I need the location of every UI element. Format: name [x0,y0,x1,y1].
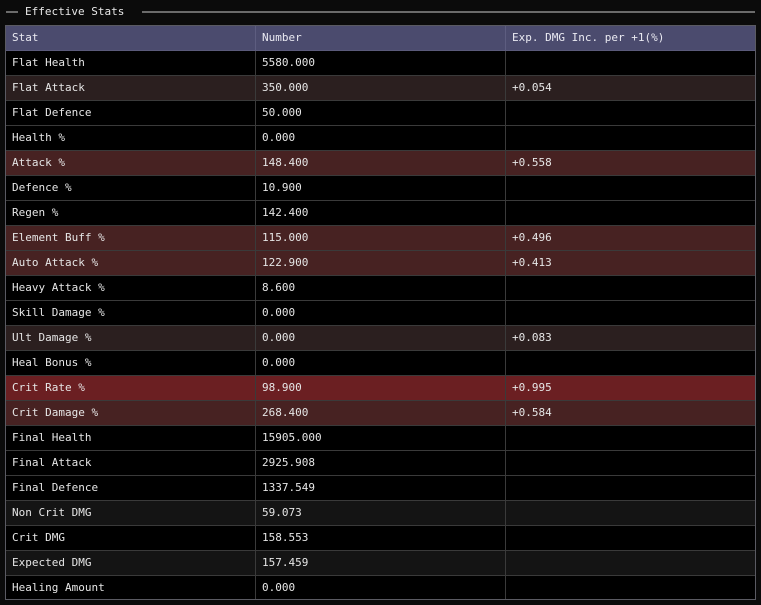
stats-table: Stat Number Exp. DMG Inc. per +1(%) Flat… [5,25,756,600]
stat-number-cell: 0.000 [256,326,506,350]
exp-dmg-inc-cell [506,201,755,225]
exp-dmg-inc-cell [506,476,755,500]
table-row[interactable]: Heal Bonus % 0.000 [6,351,755,376]
title-divider-left [6,11,18,13]
stat-number-cell: 59.073 [256,501,506,525]
exp-dmg-inc-cell: +0.496 [512,231,552,244]
table-row[interactable]: Final Health 15905.000 [6,426,755,451]
exp-dmg-inc-cell [506,301,755,325]
stat-name-cell: Crit Damage % [6,401,256,425]
column-header-stat[interactable]: Stat [6,26,256,50]
stat-number-cell: 115.000 [256,226,506,250]
table-row[interactable]: Flat Defence 50.000 [6,101,755,126]
exp-dmg-inc-cell [506,451,755,475]
stat-name-cell: Element Buff % [6,226,256,250]
stat-name-cell: Heal Bonus % [6,351,256,375]
stat-name-cell: Flat Health [6,51,256,75]
effective-stats-window: Effective Stats Stat Number Exp. DMG Inc… [0,0,761,605]
table-row[interactable]: Final Attack 2925.908 [6,451,755,476]
exp-dmg-inc-cell: +0.413 [512,256,552,269]
exp-dmg-inc-cell [506,176,755,200]
stat-name-cell: Flat Defence [6,101,256,125]
exp-dmg-inc-cell [506,501,755,525]
table-row[interactable]: Flat Health 5580.000 [6,51,755,76]
table-row[interactable]: Crit Damage % 268.400 +0.584 [6,401,755,426]
stat-name-cell: Heavy Attack % [6,276,256,300]
table-row[interactable]: Crit DMG 158.553 [6,526,755,551]
stat-number-cell: 10.900 [256,176,506,200]
stat-name-cell: Non Crit DMG [6,501,256,525]
stat-number-cell: 0.000 [256,351,506,375]
exp-dmg-inc-cell: +0.558 [512,156,552,169]
stat-name-cell: Auto Attack % [6,251,256,275]
stat-number-cell: 5580.000 [256,51,506,75]
stat-name-cell: Attack % [6,151,256,175]
stat-number-cell: 15905.000 [256,426,506,450]
exp-dmg-inc-cell: +0.584 [512,406,552,419]
column-header-number[interactable]: Number [256,26,506,50]
table-row[interactable]: Regen % 142.400 [6,201,755,226]
stat-name-cell: Skill Damage % [6,301,256,325]
stat-number-cell: 142.400 [256,201,506,225]
exp-dmg-inc-cell [506,551,755,575]
table-row[interactable]: Expected DMG 157.459 [6,551,755,576]
stat-number-cell: 2925.908 [256,451,506,475]
column-header-exp-dmg-inc[interactable]: Exp. DMG Inc. per +1(%) [506,26,755,50]
table-row[interactable]: Healing Amount 0.000 [6,576,755,599]
table-row[interactable]: Attack % 148.400 +0.558 [6,151,755,176]
table-row[interactable]: Ult Damage % 0.000 +0.083 [6,326,755,351]
table-row[interactable]: Non Crit DMG 59.073 [6,501,755,526]
title-divider-right [142,11,755,13]
exp-dmg-inc-cell [506,426,755,450]
stat-name-cell: Final Defence [6,476,256,500]
table-row[interactable]: Skill Damage % 0.000 [6,301,755,326]
stat-number-cell: 148.400 [256,151,506,175]
stat-name-cell: Final Health [6,426,256,450]
exp-dmg-inc-cell: +0.995 [512,381,552,394]
stat-name-cell: Expected DMG [6,551,256,575]
exp-dmg-inc-cell [506,276,755,300]
exp-dmg-inc-cell [506,351,755,375]
stat-name-cell: Healing Amount [6,576,256,599]
table-row[interactable]: Defence % 10.900 [6,176,755,201]
stat-name-cell: Flat Attack [6,76,256,100]
table-row[interactable]: Health % 0.000 [6,126,755,151]
table-row[interactable]: Auto Attack % 122.900 +0.413 [6,251,755,276]
stat-number-cell: 8.600 [256,276,506,300]
stat-name-cell: Health % [6,126,256,150]
table-row[interactable]: Flat Attack 350.000 +0.054 [6,76,755,101]
stat-name-cell: Ult Damage % [6,326,256,350]
exp-dmg-inc-cell [506,51,755,75]
table-row[interactable]: Element Buff % 115.000 +0.496 [6,226,755,251]
stat-number-cell: 0.000 [256,301,506,325]
exp-dmg-inc-cell: +0.083 [512,331,552,344]
exp-dmg-inc-cell [506,126,755,150]
stat-name-cell: Final Attack [6,451,256,475]
stat-number-cell: 350.000 [256,76,506,100]
exp-dmg-inc-cell: +0.054 [512,81,552,94]
stat-name-cell: Crit DMG [6,526,256,550]
stat-number-cell: 268.400 [256,401,506,425]
stat-name-cell: Crit Rate % [6,376,256,400]
stat-number-cell: 98.900 [256,376,506,400]
stat-number-cell: 50.000 [256,101,506,125]
stat-number-cell: 0.000 [256,576,506,599]
stat-number-cell: 0.000 [256,126,506,150]
exp-dmg-inc-cell [506,526,755,550]
stat-number-cell: 158.553 [256,526,506,550]
stat-number-cell: 157.459 [256,551,506,575]
stat-number-cell: 1337.549 [256,476,506,500]
exp-dmg-inc-cell [506,576,755,599]
table-row[interactable]: Final Defence 1337.549 [6,476,755,501]
stat-name-cell: Regen % [6,201,256,225]
exp-dmg-inc-cell [506,101,755,125]
stat-name-cell: Defence % [6,176,256,200]
table-row[interactable]: Crit Rate % 98.900 +0.995 [6,376,755,401]
window-title: Effective Stats [25,5,125,18]
stat-number-cell: 122.900 [256,251,506,275]
table-row[interactable]: Heavy Attack % 8.600 [6,276,755,301]
table-header-row: Stat Number Exp. DMG Inc. per +1(%) [6,26,755,51]
window-title-bar: Effective Stats [0,0,761,24]
